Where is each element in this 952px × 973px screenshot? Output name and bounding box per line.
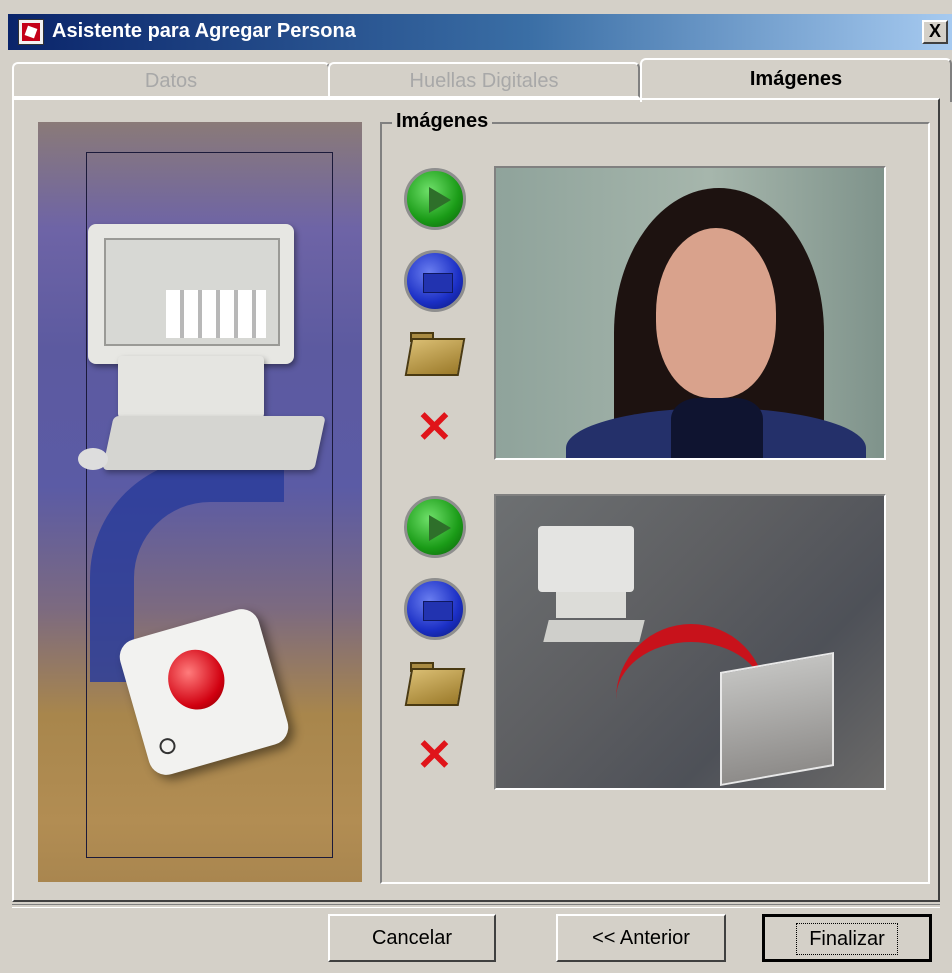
tab-datos[interactable]: Datos	[12, 62, 330, 98]
mouse-graphic	[78, 448, 108, 470]
delete-icon[interactable]: ✕	[416, 402, 453, 453]
folder-icon[interactable]	[404, 662, 466, 706]
keyboard-graphic	[102, 416, 326, 470]
tab-huellas-digitales[interactable]: Huellas Digitales	[328, 62, 640, 98]
images-group-legend: Imágenes	[392, 110, 493, 133]
folder-icon[interactable]	[404, 332, 466, 376]
finish-label: Finalizar	[796, 923, 898, 955]
person-photo	[494, 166, 886, 460]
play-icon[interactable]	[404, 168, 466, 230]
camera-icon[interactable]	[404, 578, 466, 640]
wizard-sidebar-image	[38, 122, 362, 882]
tab-imagenes[interactable]: Imágenes	[640, 58, 952, 102]
tab-strip: Datos Huellas Digitales Imágenes	[12, 58, 952, 102]
delete-icon[interactable]: ✕	[416, 730, 453, 781]
placeholder-image	[494, 494, 886, 790]
cpu-graphic	[118, 356, 264, 418]
finish-button[interactable]: Finalizar	[762, 914, 932, 962]
previous-button[interactable]: << Anterior	[556, 914, 726, 962]
camera-icon[interactable]	[404, 250, 466, 312]
window-title: Asistente para Agregar Persona	[52, 20, 356, 42]
title-bar[interactable]: Asistente para Agregar Persona X	[8, 14, 952, 50]
close-button[interactable]: X	[922, 20, 948, 44]
button-separator	[12, 904, 940, 908]
wizard-window: Asistente para Agregar Persona X Datos H…	[0, 0, 952, 973]
top-strip	[0, 0, 952, 14]
app-icon	[18, 19, 44, 45]
monitor-graphic	[88, 224, 294, 364]
play-icon[interactable]	[404, 496, 466, 558]
cancel-button[interactable]: Cancelar	[328, 914, 496, 962]
